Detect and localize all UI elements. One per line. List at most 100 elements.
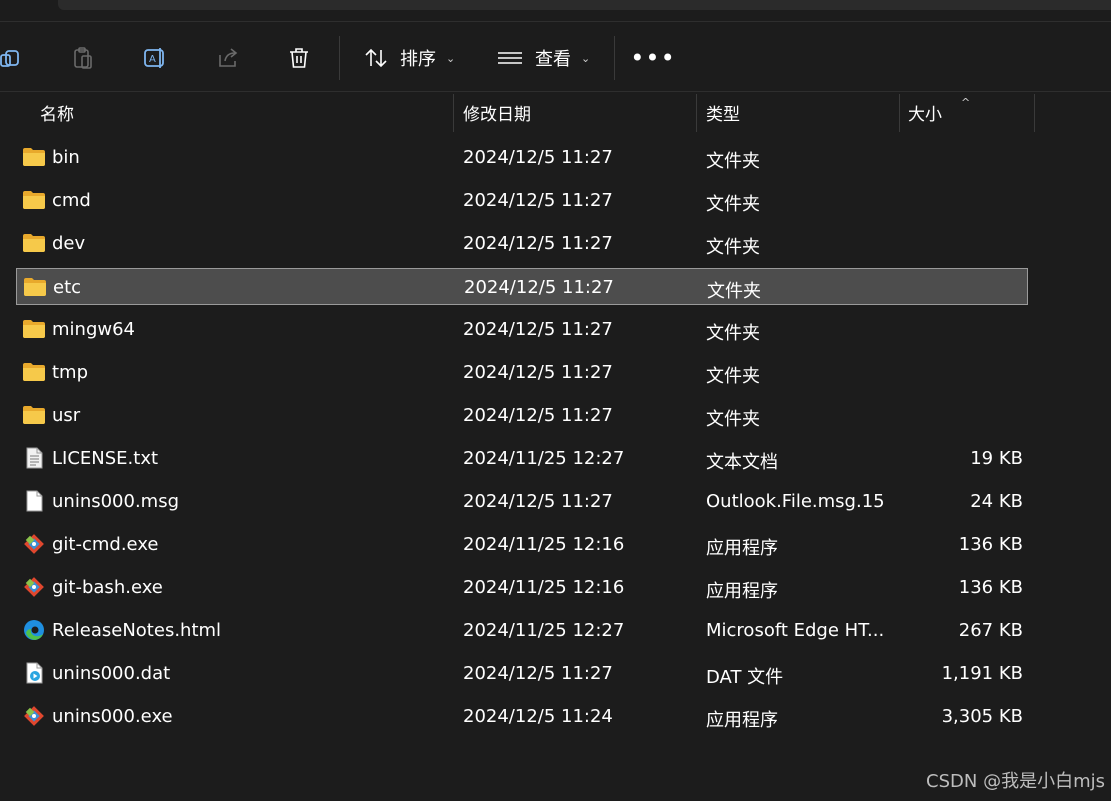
column-resize-handle[interactable] [1034, 94, 1035, 132]
file-date: 2024/12/5 11:27 [463, 233, 613, 254]
file-row[interactable]: unins000.dat 2024/12/5 11:27 DAT 文件 1,191 K… [16, 655, 1028, 692]
file-name: git-bash.exe [52, 577, 163, 598]
svg-text:A: A [149, 54, 156, 65]
media-file-icon [22, 662, 46, 684]
file-type: 文件夹 [706, 237, 760, 258]
share-button[interactable] [216, 46, 240, 70]
file-row[interactable]: unins000.msg 2024/12/5 11:27 Outlook.File.… [16, 483, 1028, 520]
file-name: unins000.exe [52, 706, 173, 727]
file-date: 2024/11/25 12:16 [463, 534, 625, 555]
file-row[interactable]: usr 2024/12/5 11:27 文件夹 [16, 397, 1028, 434]
folder-icon [22, 318, 46, 340]
edge-icon [22, 619, 46, 641]
file-row[interactable]: tmp 2024/12/5 11:27 文件夹 [16, 354, 1028, 391]
file-type: Outlook.File.msg.15 [706, 491, 885, 512]
chevron-down-icon: ⌄ [581, 51, 591, 65]
copy-button[interactable] [0, 46, 24, 70]
file-row[interactable]: git-bash.exe 2024/11/25 12:16 应用程序 136 KB [16, 569, 1028, 606]
file-size: 3,305 KB [941, 706, 1023, 727]
file-name: etc [53, 277, 82, 298]
sort-icon [365, 48, 387, 68]
file-size: 19 KB [970, 448, 1023, 469]
column-header-name[interactable]: 名称 [40, 92, 74, 132]
column-header-type[interactable]: 类型 [706, 92, 740, 132]
file-name: usr [52, 405, 81, 426]
column-resize-handle[interactable] [453, 94, 454, 132]
file-row[interactable]: git-cmd.exe 2024/11/25 12:16 应用程序 136 KB [16, 526, 1028, 563]
file-date: 2024/12/5 11:27 [463, 147, 613, 168]
file-row[interactable]: LICENSE.txt 2024/11/25 12:27 文本文档 19 KB [16, 440, 1028, 477]
paste-button[interactable] [71, 46, 95, 70]
view-button[interactable]: 查看 ⌄ [497, 42, 590, 74]
file-name: mingw64 [52, 319, 135, 340]
sort-ascending-icon: ^ [961, 96, 971, 109]
blank-file-icon [22, 490, 46, 512]
file-date: 2024/12/5 11:27 [463, 491, 613, 512]
file-name: bin [52, 147, 80, 168]
delete-button[interactable] [287, 46, 311, 70]
file-name: LICENSE.txt [52, 448, 159, 469]
trash-icon [290, 48, 308, 68]
file-date: 2024/12/5 11:27 [464, 277, 614, 298]
column-resize-handle[interactable] [899, 94, 900, 132]
file-name: cmd [52, 190, 91, 211]
file-size: 1,191 KB [941, 663, 1023, 684]
column-header-date[interactable]: 修改日期 [463, 92, 531, 132]
git-icon [22, 705, 46, 727]
rename-icon: A [144, 48, 164, 68]
git-icon [22, 576, 46, 598]
folder-icon [22, 232, 46, 254]
file-date: 2024/12/5 11:27 [463, 663, 613, 684]
folder-icon [22, 189, 46, 211]
file-type: 文件夹 [706, 323, 760, 344]
folder-icon [23, 276, 47, 298]
file-row[interactable]: cmd 2024/12/5 11:27 文件夹 [16, 182, 1028, 219]
copy-icon [0, 50, 19, 67]
file-name: dev [52, 233, 86, 254]
file-row[interactable]: mingw64 2024/12/5 11:27 文件夹 [16, 311, 1028, 348]
file-name: unins000.msg [52, 491, 180, 512]
share-icon [219, 48, 238, 67]
file-type: 应用程序 [706, 710, 778, 731]
column-header-size[interactable]: 大小 [908, 92, 942, 132]
text-file-icon [22, 447, 46, 469]
file-type: Microsoft Edge HT... [706, 620, 885, 641]
rename-button[interactable]: A [143, 46, 167, 70]
file-row[interactable]: unins000.exe 2024/12/5 11:24 应用程序 3,305 KB [16, 698, 1028, 735]
address-bar[interactable] [58, 0, 1111, 10]
paste-icon [74, 47, 92, 69]
view-label: 查看 [535, 49, 571, 70]
chevron-down-icon: ⌄ [446, 51, 456, 65]
file-date: 2024/11/25 12:27 [463, 448, 625, 469]
file-type: 应用程序 [706, 581, 778, 602]
file-row[interactable]: bin 2024/12/5 11:27 文件夹 [16, 139, 1028, 176]
file-type: 文件夹 [707, 281, 761, 302]
file-date: 2024/12/5 11:27 [463, 319, 613, 340]
file-size: 136 KB [958, 577, 1023, 598]
column-header-row: 名称 修改日期 类型 大小 [0, 92, 1111, 134]
toolbar-separator [614, 36, 615, 80]
toolbar-separator [339, 36, 340, 80]
file-name: unins000.dat [52, 663, 171, 684]
column-resize-handle[interactable] [696, 94, 697, 132]
file-type: 应用程序 [706, 538, 778, 559]
file-size: 24 KB [970, 491, 1023, 512]
file-date: 2024/12/5 11:27 [463, 362, 613, 383]
file-name: ReleaseNotes.html [52, 620, 222, 641]
file-size: 136 KB [958, 534, 1023, 555]
file-type: 文件夹 [706, 151, 760, 172]
folder-icon [22, 361, 46, 383]
file-date: 2024/12/5 11:27 [463, 405, 613, 426]
file-explorer-window: A 排序 ⌄ 查看 ⌄ ••• 名称 修改日期 类型 大小 ^ bin 2024… [0, 0, 1111, 801]
file-row[interactable]: dev 2024/12/5 11:27 文件夹 [16, 225, 1028, 262]
file-type: 文件夹 [706, 194, 760, 215]
file-type: DAT 文件 [706, 667, 784, 688]
file-date: 2024/11/25 12:16 [463, 577, 625, 598]
more-options-button[interactable]: ••• [630, 44, 674, 72]
sort-button[interactable]: 排序 ⌄ [364, 42, 455, 74]
file-date: 2024/12/5 11:27 [463, 190, 613, 211]
file-row[interactable]: etc 2024/12/5 11:27 文件夹 [16, 268, 1028, 305]
sort-label: 排序 [400, 49, 436, 70]
file-row[interactable]: ReleaseNotes.html 2024/11/25 12:27 Microso… [16, 612, 1028, 649]
watermark: CSDN @我是小白mjs [926, 771, 1105, 792]
